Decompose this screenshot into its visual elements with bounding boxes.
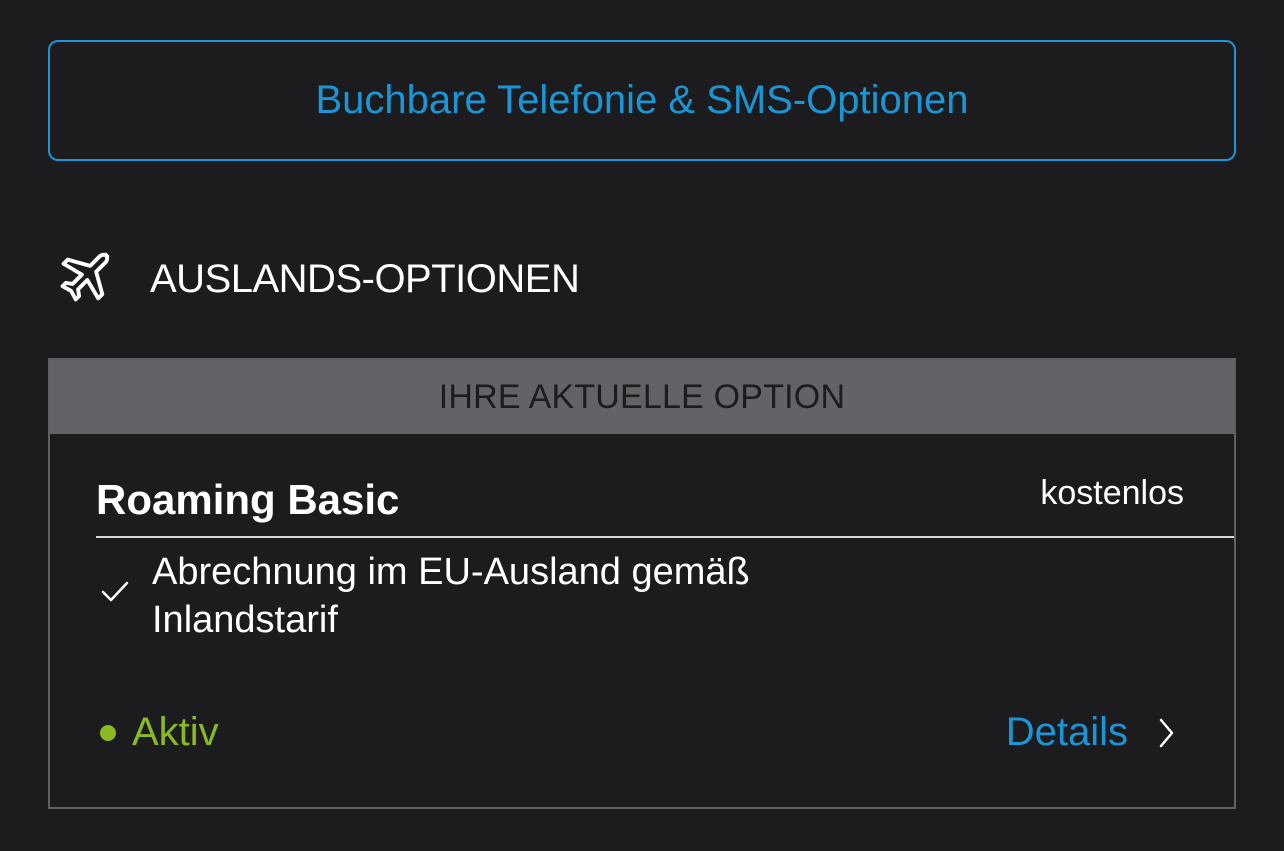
roaming-options-page: Buchbare Telefonie & SMS-Optionen AUSLAN… (0, 0, 1284, 851)
chevron-right-icon (1154, 715, 1178, 751)
feature-text: Abrechnung im EU-Ausland gemäß Inlandsta… (152, 551, 750, 641)
option-header-row: Roaming Basic kostenlos (96, 470, 1234, 538)
status-label: Aktiv (132, 710, 219, 754)
active-dot-icon (100, 724, 116, 741)
banner-label: IHRE AKTUELLE OPTION (438, 377, 846, 416)
status-indicator: Aktiv (100, 710, 219, 755)
feature-item: Abrechnung im EU-Ausland gemäß Inlandsta… (96, 548, 852, 644)
option-price: kostenlos (1040, 474, 1184, 512)
current-option-card: IHRE AKTUELLE OPTION Roaming Basic koste… (48, 358, 1236, 809)
section-title: AUSLANDS-OPTIONEN (150, 256, 580, 301)
bookable-options-label: Buchbare Telefonie & SMS-Optionen (315, 78, 969, 122)
details-link[interactable]: Details (1006, 710, 1178, 755)
details-label: Details (1005, 710, 1128, 754)
section-header: AUSLANDS-OPTIONEN (52, 244, 580, 314)
option-details: Roaming Basic kostenlos Abrechnung im EU… (50, 434, 1234, 809)
airplane-icon (52, 247, 116, 311)
checkmark-icon (96, 572, 136, 612)
bookable-options-button[interactable]: Buchbare Telefonie & SMS-Optionen (48, 40, 1236, 161)
option-name: Roaming Basic (96, 476, 400, 523)
current-option-banner: IHRE AKTUELLE OPTION (50, 360, 1234, 434)
